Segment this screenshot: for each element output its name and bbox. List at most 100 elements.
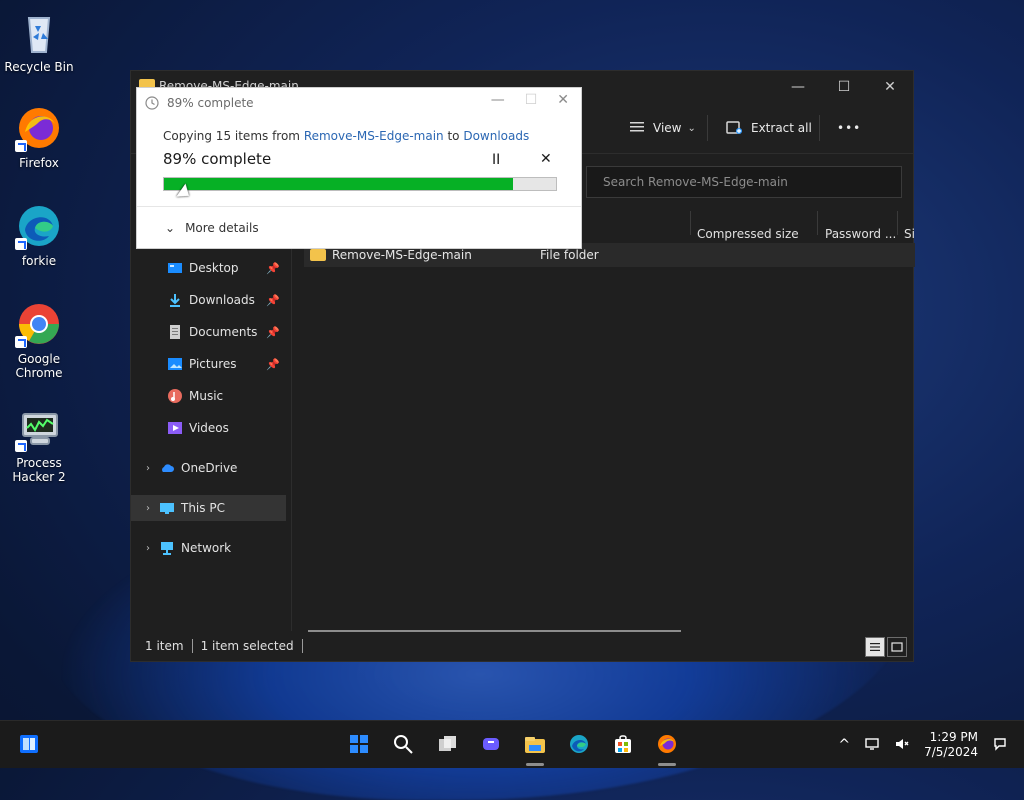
extract-icon xyxy=(725,119,743,138)
maximize-button[interactable]: ☐ xyxy=(821,71,867,103)
close-button[interactable]: ✕ xyxy=(557,92,569,108)
chevron-right-icon[interactable]: › xyxy=(141,463,155,474)
status-selected-count: 1 item selected xyxy=(200,639,294,653)
nav-item-videos[interactable]: Videos xyxy=(131,415,286,441)
firefox-taskbar-icon[interactable] xyxy=(654,731,680,757)
nav-item-label: OneDrive xyxy=(181,461,238,475)
nav-item-network[interactable]: › Network xyxy=(131,535,286,561)
chevron-down-icon: ⌄ xyxy=(687,122,696,134)
destination-folder-link[interactable]: Downloads xyxy=(463,129,529,143)
desktop-icon-label: Firefox xyxy=(19,156,59,170)
nav-item-label: Pictures xyxy=(189,357,237,371)
network-icon xyxy=(159,540,175,556)
desktop-icon-forkie[interactable]: forkie xyxy=(3,202,75,268)
desktop-icon-google-chrome[interactable]: Google Chrome xyxy=(3,300,75,380)
more-details-toggle[interactable]: ⌄ More details xyxy=(165,221,259,235)
edge-taskbar-icon[interactable] xyxy=(566,731,592,757)
search-placeholder: Search Remove-MS-Edge-main xyxy=(603,175,788,189)
nav-item-onedrive[interactable]: › OneDrive xyxy=(131,455,286,481)
widgets-button[interactable] xyxy=(16,731,42,757)
file-type: File folder xyxy=(540,248,599,262)
chevron-right-icon[interactable]: › xyxy=(141,543,155,554)
nav-item-music[interactable]: Music xyxy=(131,383,286,409)
show-hidden-icons-chevron-up-icon[interactable]: ^ xyxy=(838,737,850,753)
edge-icon xyxy=(15,202,63,250)
status-bar: 1 item 1 item selected xyxy=(131,631,913,661)
column-divider xyxy=(690,211,691,235)
desktop-icon-label: forkie xyxy=(21,254,57,268)
shortcut-arrow-icon xyxy=(15,140,27,152)
desktop-icon-label: Google Chrome xyxy=(15,352,63,380)
copy-to-text: to xyxy=(443,129,464,143)
desktop-icon-label: Recycle Bin xyxy=(4,60,74,74)
details-view-toggle[interactable] xyxy=(865,637,885,657)
status-separator xyxy=(191,639,193,653)
nav-item-pictures[interactable]: Pictures 📌 xyxy=(131,351,286,377)
pin-icon: 📌 xyxy=(266,325,280,339)
nav-item-downloads[interactable]: Downloads 📌 xyxy=(131,287,286,313)
notifications-icon[interactable] xyxy=(992,736,1008,755)
column-divider xyxy=(897,211,898,235)
network-status-icon[interactable] xyxy=(864,736,880,755)
more-label: ••• xyxy=(837,121,862,135)
documents-icon xyxy=(167,324,183,340)
search-button[interactable] xyxy=(390,731,416,757)
recycle-bin-icon xyxy=(15,8,63,56)
taskbar: ^ 1:29 PM 7/5/2024 xyxy=(0,720,1024,768)
pause-icon: II xyxy=(492,152,501,168)
shortcut-arrow-icon xyxy=(15,238,27,250)
nav-item-label: Desktop xyxy=(189,261,239,275)
view-button[interactable]: View ⌄ xyxy=(629,115,696,141)
close-button[interactable]: ✕ xyxy=(867,71,913,103)
progress-dialog-window-controls: — ☐ ✕ xyxy=(491,92,569,108)
close-icon: ✕ xyxy=(540,151,552,167)
nav-item-label: Network xyxy=(181,541,232,555)
pin-icon: 📌 xyxy=(266,293,280,307)
cancel-button[interactable]: ✕ xyxy=(540,151,552,167)
volume-muted-icon[interactable] xyxy=(894,736,910,755)
chrome-icon xyxy=(15,300,63,348)
minimize-button[interactable]: — xyxy=(491,92,505,108)
system-tray: ^ 1:29 PM 7/5/2024 xyxy=(838,721,1008,769)
pause-button[interactable]: II xyxy=(492,152,500,168)
clock[interactable]: 1:29 PM 7/5/2024 xyxy=(924,730,978,760)
music-icon xyxy=(167,388,183,404)
file-explorer-taskbar-icon[interactable] xyxy=(522,731,548,757)
view-label: View xyxy=(653,121,682,135)
nav-item-label: Documents xyxy=(189,325,258,339)
nav-item-documents[interactable]: Documents 📌 xyxy=(131,319,286,345)
more-options-button[interactable]: ••• xyxy=(837,115,861,141)
navigation-pane: Desktop 📌 Downloads 📌 Documents 📌 Pictur… xyxy=(131,211,292,631)
start-button[interactable] xyxy=(346,731,372,757)
source-folder-link[interactable]: Remove-MS-Edge-main xyxy=(304,129,444,143)
chat-button[interactable] xyxy=(478,731,504,757)
nav-item-this-pc[interactable]: › This PC xyxy=(131,495,286,521)
tiles-view-toggle[interactable] xyxy=(887,637,907,657)
status-item-count: 1 item xyxy=(145,639,184,653)
clock-date: 7/5/2024 xyxy=(924,745,978,759)
more-details-label: More details xyxy=(185,221,259,235)
search-input[interactable]: Search Remove-MS-Edge-main xyxy=(586,166,902,198)
nav-item-desktop[interactable]: Desktop 📌 xyxy=(131,255,286,281)
divider xyxy=(137,206,581,207)
downloads-icon xyxy=(167,292,183,308)
this-pc-icon xyxy=(159,500,175,516)
desktop-icon-recycle-bin[interactable]: Recycle Bin xyxy=(3,8,75,74)
extract-all-button[interactable]: Extract all xyxy=(725,115,812,141)
clock-time: 1:29 PM xyxy=(929,730,978,744)
nav-item-label: This PC xyxy=(181,501,225,515)
nav-item-label: Downloads xyxy=(189,293,255,307)
chevron-right-icon[interactable]: › xyxy=(141,503,155,514)
videos-icon xyxy=(167,420,183,436)
status-separator xyxy=(301,639,303,653)
chevron-down-icon: ⌄ xyxy=(165,221,176,235)
desktop-icon-firefox[interactable]: Firefox xyxy=(3,104,75,170)
maximize-button[interactable]: ☐ xyxy=(525,92,538,108)
task-view-button[interactable] xyxy=(434,731,460,757)
nav-item-label: Videos xyxy=(189,421,229,435)
onedrive-cloud-icon xyxy=(159,460,175,476)
microsoft-store-icon[interactable] xyxy=(610,731,636,757)
process-hacker-icon xyxy=(15,404,63,452)
desktop-icon-process-hacker-2[interactable]: Process Hacker 2 xyxy=(3,404,75,484)
minimize-button[interactable]: — xyxy=(775,71,821,103)
